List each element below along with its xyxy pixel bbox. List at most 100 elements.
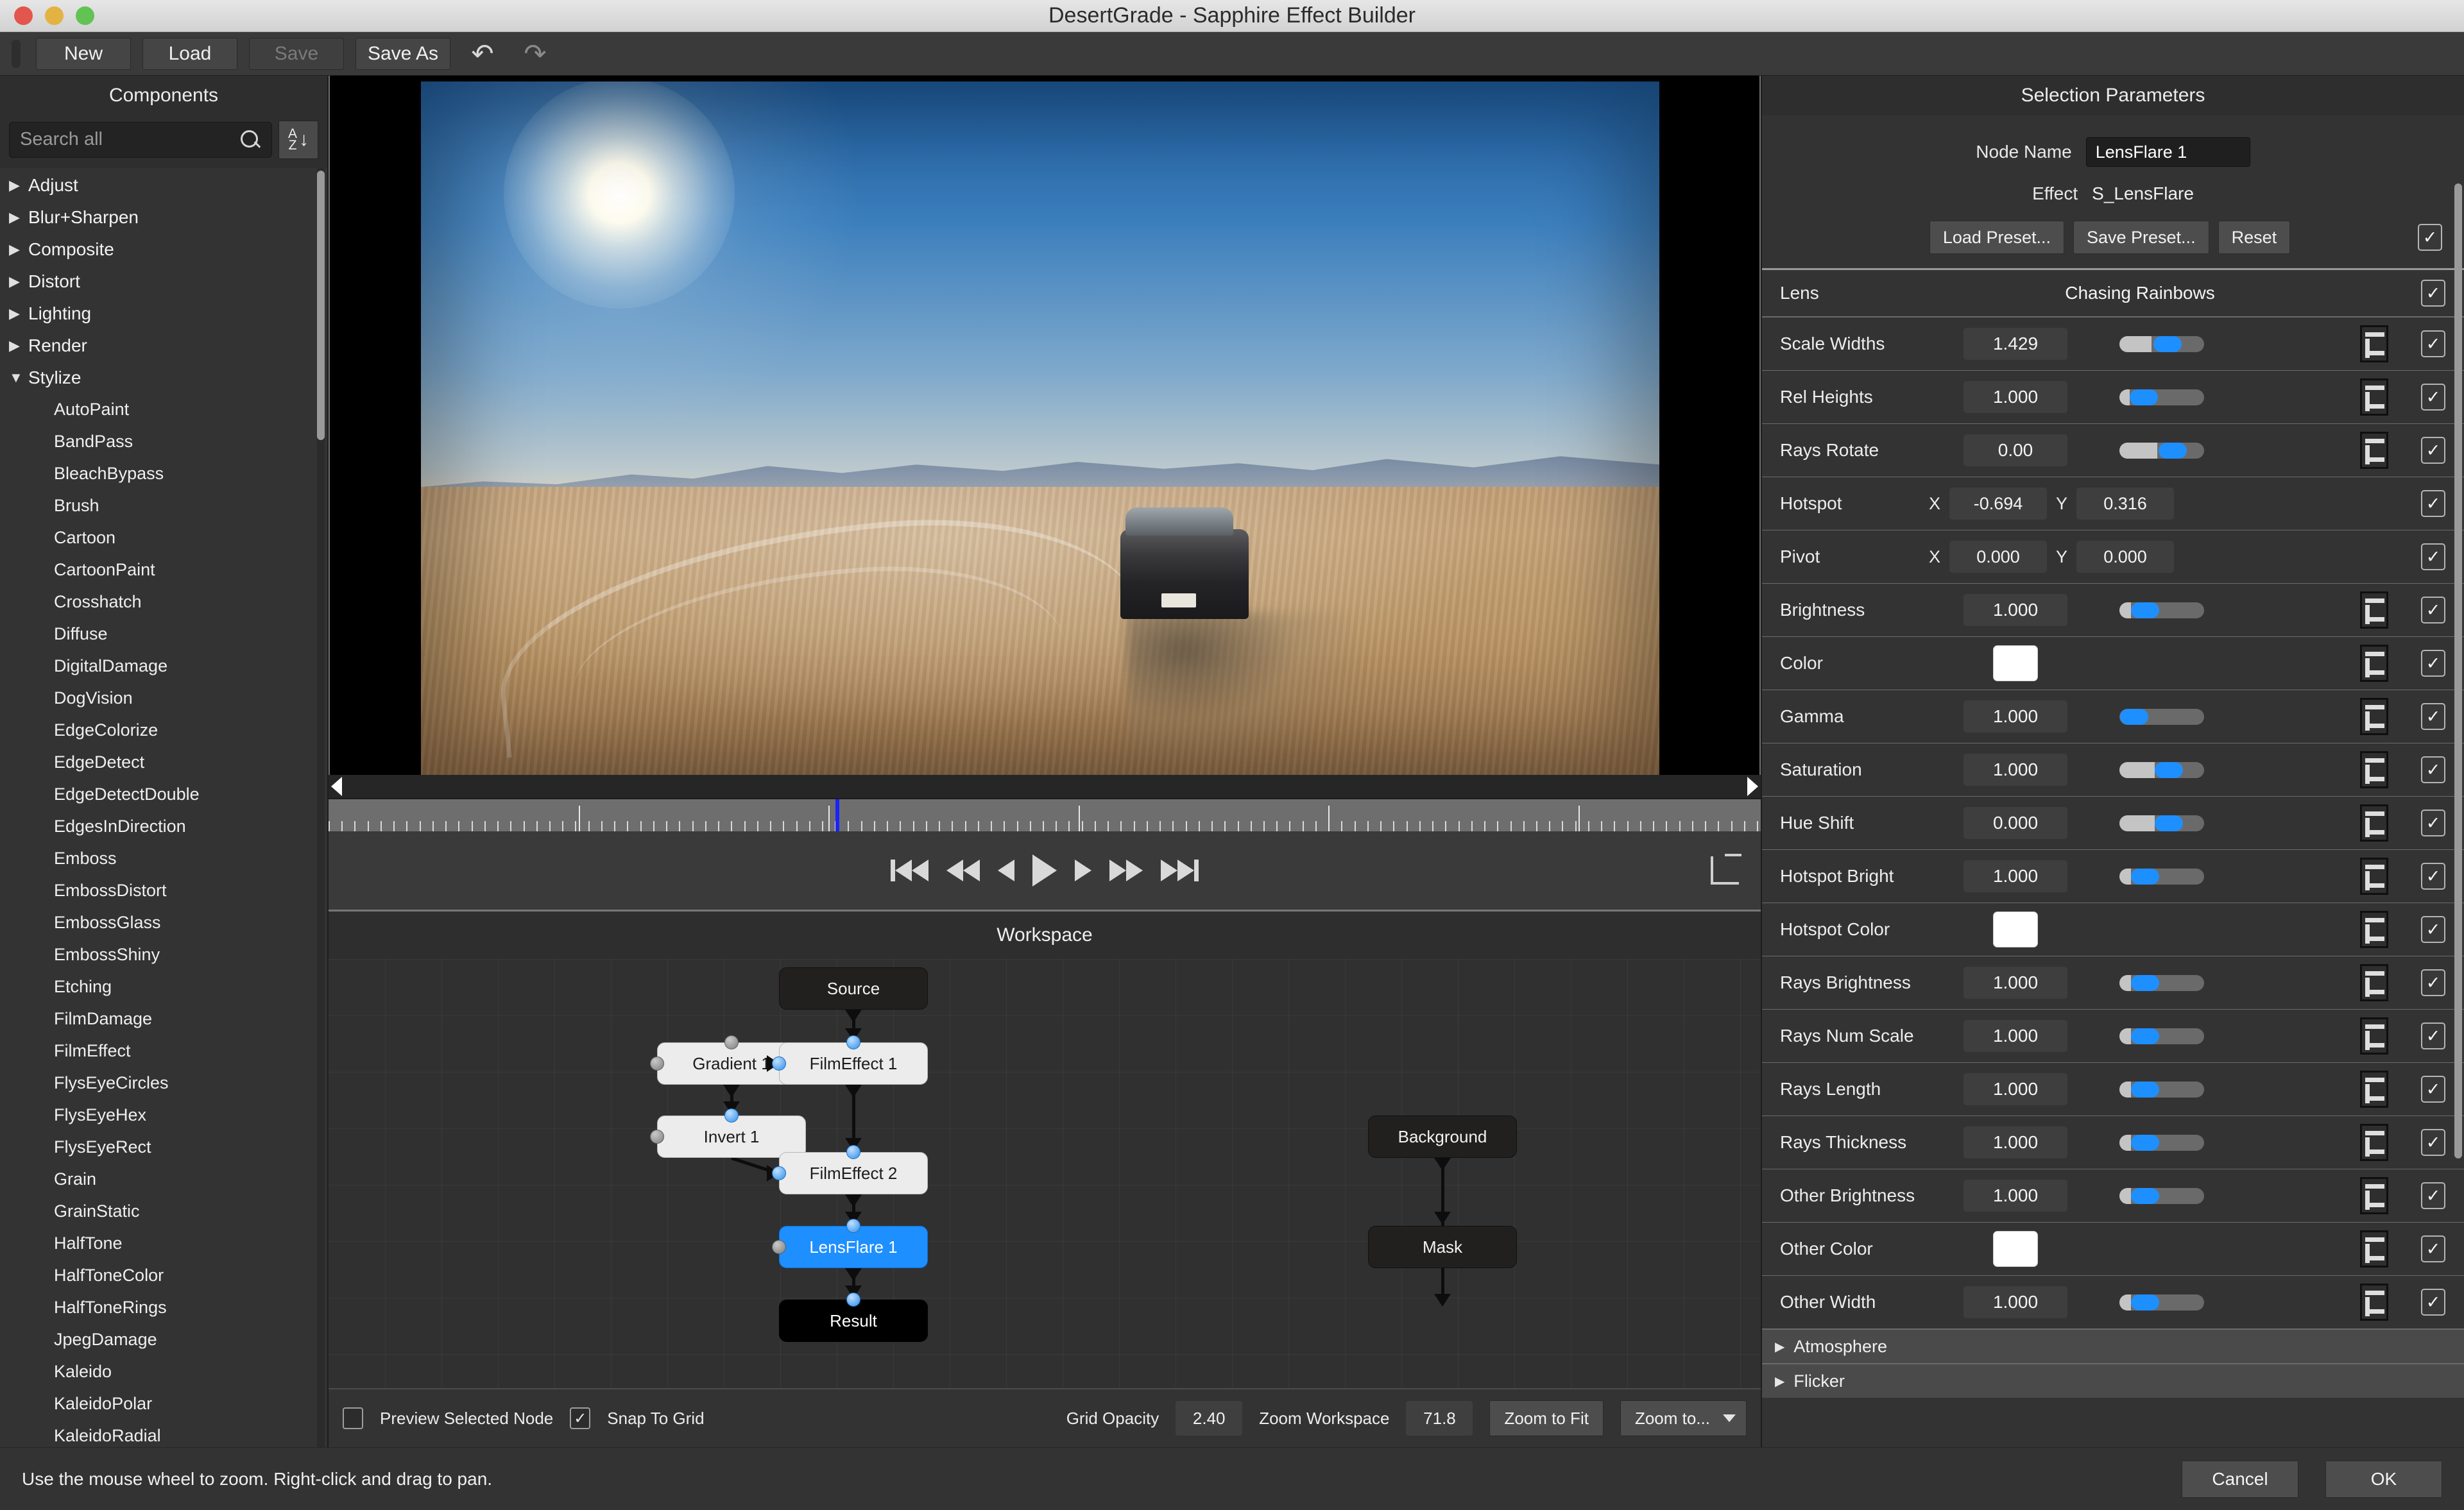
sort-alphabetical-button[interactable]: AZ ↓ (278, 120, 318, 159)
lens-enable-checkbox[interactable] (2421, 280, 2445, 307)
param-enable-checkbox[interactable] (2421, 756, 2445, 783)
zoom-workspace-value[interactable]: 71.8 (1406, 1401, 1473, 1436)
sidebar-item-crosshatch[interactable]: Crosshatch (0, 586, 327, 618)
sidebar-category-composite[interactable]: ▶ Composite (0, 233, 327, 266)
sidebar-scroll-thumb[interactable] (317, 170, 325, 440)
node-name-input[interactable]: LensFlare 1 (2085, 137, 2250, 167)
node-port-invert1-top[interactable] (724, 1108, 739, 1123)
effect-enable-checkbox[interactable] (2418, 224, 2442, 251)
param-enable-checkbox[interactable] (2421, 1182, 2445, 1209)
param-color-swatch[interactable] (1993, 645, 2038, 681)
sidebar-item-embossshiny[interactable]: EmbossShiny (0, 939, 327, 971)
node-port-filmeffect2-top[interactable] (846, 1145, 860, 1159)
sidebar-item-flyseyehex[interactable]: FlysEyeHex (0, 1099, 327, 1132)
sidebar-category-render[interactable]: ▶ Render (0, 330, 327, 362)
step-forward-button[interactable] (1075, 860, 1091, 881)
param-value-input[interactable]: 1.000 (1964, 1126, 2067, 1158)
sidebar-item-kaleidoradial[interactable]: KaleidoRadial (0, 1420, 327, 1447)
sidebar-item-grain[interactable]: Grain (0, 1164, 327, 1196)
lens-row[interactable]: Lens Chasing Rainbows (1762, 268, 2464, 317)
param-curve-button[interactable] (2360, 964, 2388, 1001)
sidebar-category-lighting[interactable]: ▶ Lighting (0, 298, 327, 330)
sidebar-category-blur-sharpen[interactable]: ▶ Blur+Sharpen (0, 201, 327, 233)
node-port-filmeffect1-left[interactable] (772, 1056, 786, 1071)
lens-value[interactable]: Chasing Rainbows (1878, 283, 2402, 303)
cancel-button[interactable]: Cancel (2182, 1460, 2298, 1498)
node-port-invert1-left[interactable] (650, 1130, 664, 1144)
param-value-input[interactable]: 1.000 (1964, 1286, 2067, 1318)
range-end-handle[interactable] (1747, 777, 1758, 796)
sidebar-item-kaleidopolar[interactable]: KaleidoPolar (0, 1388, 327, 1420)
param-slider[interactable] (2119, 1081, 2204, 1098)
sidebar-item-diffuse[interactable]: Diffuse (0, 618, 327, 650)
save-preset-button[interactable]: Save Preset... (2073, 221, 2209, 254)
node-port-lensflare1-top[interactable] (846, 1219, 860, 1233)
param-value-input[interactable]: 1.000 (1964, 381, 2067, 413)
scrub-range-bar[interactable] (329, 775, 1761, 798)
save-as-button[interactable]: Save As (355, 37, 450, 70)
sidebar-category-stylize[interactable]: ▼ Stylize (0, 362, 327, 394)
param-curve-button[interactable] (2360, 911, 2388, 948)
param-enable-checkbox[interactable] (2421, 650, 2445, 677)
param-value-input[interactable]: 1.429 (1964, 328, 2067, 360)
sidebar-item-grainstatic[interactable]: GrainStatic (0, 1196, 327, 1228)
param-enable-checkbox[interactable] (2421, 703, 2445, 730)
step-back-fast-button[interactable] (946, 860, 980, 881)
param-enable-checkbox[interactable] (2421, 969, 2445, 996)
sidebar-item-dogvision[interactable]: DogVision (0, 683, 327, 715)
sidebar-item-halftone[interactable]: HalfTone (0, 1228, 327, 1260)
param-enable-checkbox[interactable] (2421, 597, 2445, 624)
param-value-input[interactable]: 1.000 (1964, 754, 2067, 786)
node-mask[interactable]: Mask (1368, 1226, 1517, 1268)
node-port-filmeffect2-left[interactable] (772, 1166, 786, 1180)
param-slider[interactable] (2119, 1187, 2204, 1204)
sidebar-item-cartoon[interactable]: Cartoon (0, 522, 327, 554)
load-preset-button[interactable]: Load Preset... (1929, 221, 2064, 254)
param-value-input[interactable]: 1.000 (1964, 860, 2067, 892)
sidebar-item-bleachbypass[interactable]: BleachBypass (0, 458, 327, 490)
ok-button[interactable]: OK (2325, 1460, 2442, 1498)
param-enable-checkbox[interactable] (2421, 810, 2445, 836)
param-enable-checkbox[interactable] (2421, 1129, 2445, 1156)
param-enable-checkbox[interactable] (2421, 437, 2445, 464)
zoom-to-dropdown[interactable]: Zoom to... (1620, 1400, 1747, 1436)
param-value-input[interactable]: 0.000 (1964, 807, 2067, 839)
node-background[interactable]: Background (1368, 1116, 1517, 1158)
sidebar-item-digitaldamage[interactable]: DigitalDamage (0, 650, 327, 683)
param-value-input[interactable]: 1.000 (1964, 700, 2067, 733)
fast-forward-button[interactable] (1109, 860, 1143, 881)
load-button[interactable]: Load (142, 37, 237, 70)
sidebar-item-edgedetectdouble[interactable]: EdgeDetectDouble (0, 779, 327, 811)
workspace-canvas[interactable]: Source Gradient 1 FilmEffect 1 Invert 1 Film… (329, 959, 1761, 1388)
param-enable-checkbox[interactable] (2421, 916, 2445, 943)
param-curve-button[interactable] (2360, 1284, 2388, 1321)
param-curve-button[interactable] (2360, 1124, 2388, 1161)
node-port-result-top[interactable] (846, 1293, 860, 1307)
zoom-to-fit-button[interactable]: Zoom to Fit (1489, 1400, 1604, 1436)
sidebar-item-cartoonpaint[interactable]: CartoonPaint (0, 554, 327, 586)
node-port-filmeffect1-top[interactable] (846, 1035, 860, 1049)
param-slider[interactable] (2119, 1134, 2204, 1151)
param-x-input[interactable]: -0.694 (1949, 488, 2048, 520)
param-slider[interactable] (2119, 868, 2204, 885)
search-input[interactable]: Search all (9, 121, 272, 158)
param-slider[interactable] (2119, 1028, 2204, 1044)
param-curve-button[interactable] (2360, 1230, 2388, 1268)
param-slider[interactable] (2119, 442, 2204, 459)
sidebar-category-distort[interactable]: ▶ Distort (0, 266, 327, 298)
param-enable-checkbox[interactable] (2421, 490, 2445, 517)
reset-button[interactable]: Reset (2218, 221, 2291, 254)
param-slider[interactable] (2119, 1294, 2204, 1311)
param-slider[interactable] (2119, 974, 2204, 991)
sidebar-item-halftonerings[interactable]: HalfToneRings (0, 1292, 327, 1324)
param-curve-button[interactable] (2360, 698, 2388, 735)
param-slider[interactable] (2119, 761, 2204, 778)
param-slider[interactable] (2119, 602, 2204, 618)
loop-icon[interactable] (1711, 854, 1741, 885)
param-group-flicker[interactable]: ▶ Flicker (1762, 1363, 2464, 1398)
param-y-input[interactable]: 0.316 (2076, 488, 2175, 520)
preview-selected-node-checkbox[interactable] (343, 1407, 363, 1429)
param-y-input[interactable]: 0.000 (2076, 541, 2175, 573)
preview-viewer[interactable] (329, 76, 1761, 775)
param-curve-button[interactable] (2360, 1017, 2388, 1055)
